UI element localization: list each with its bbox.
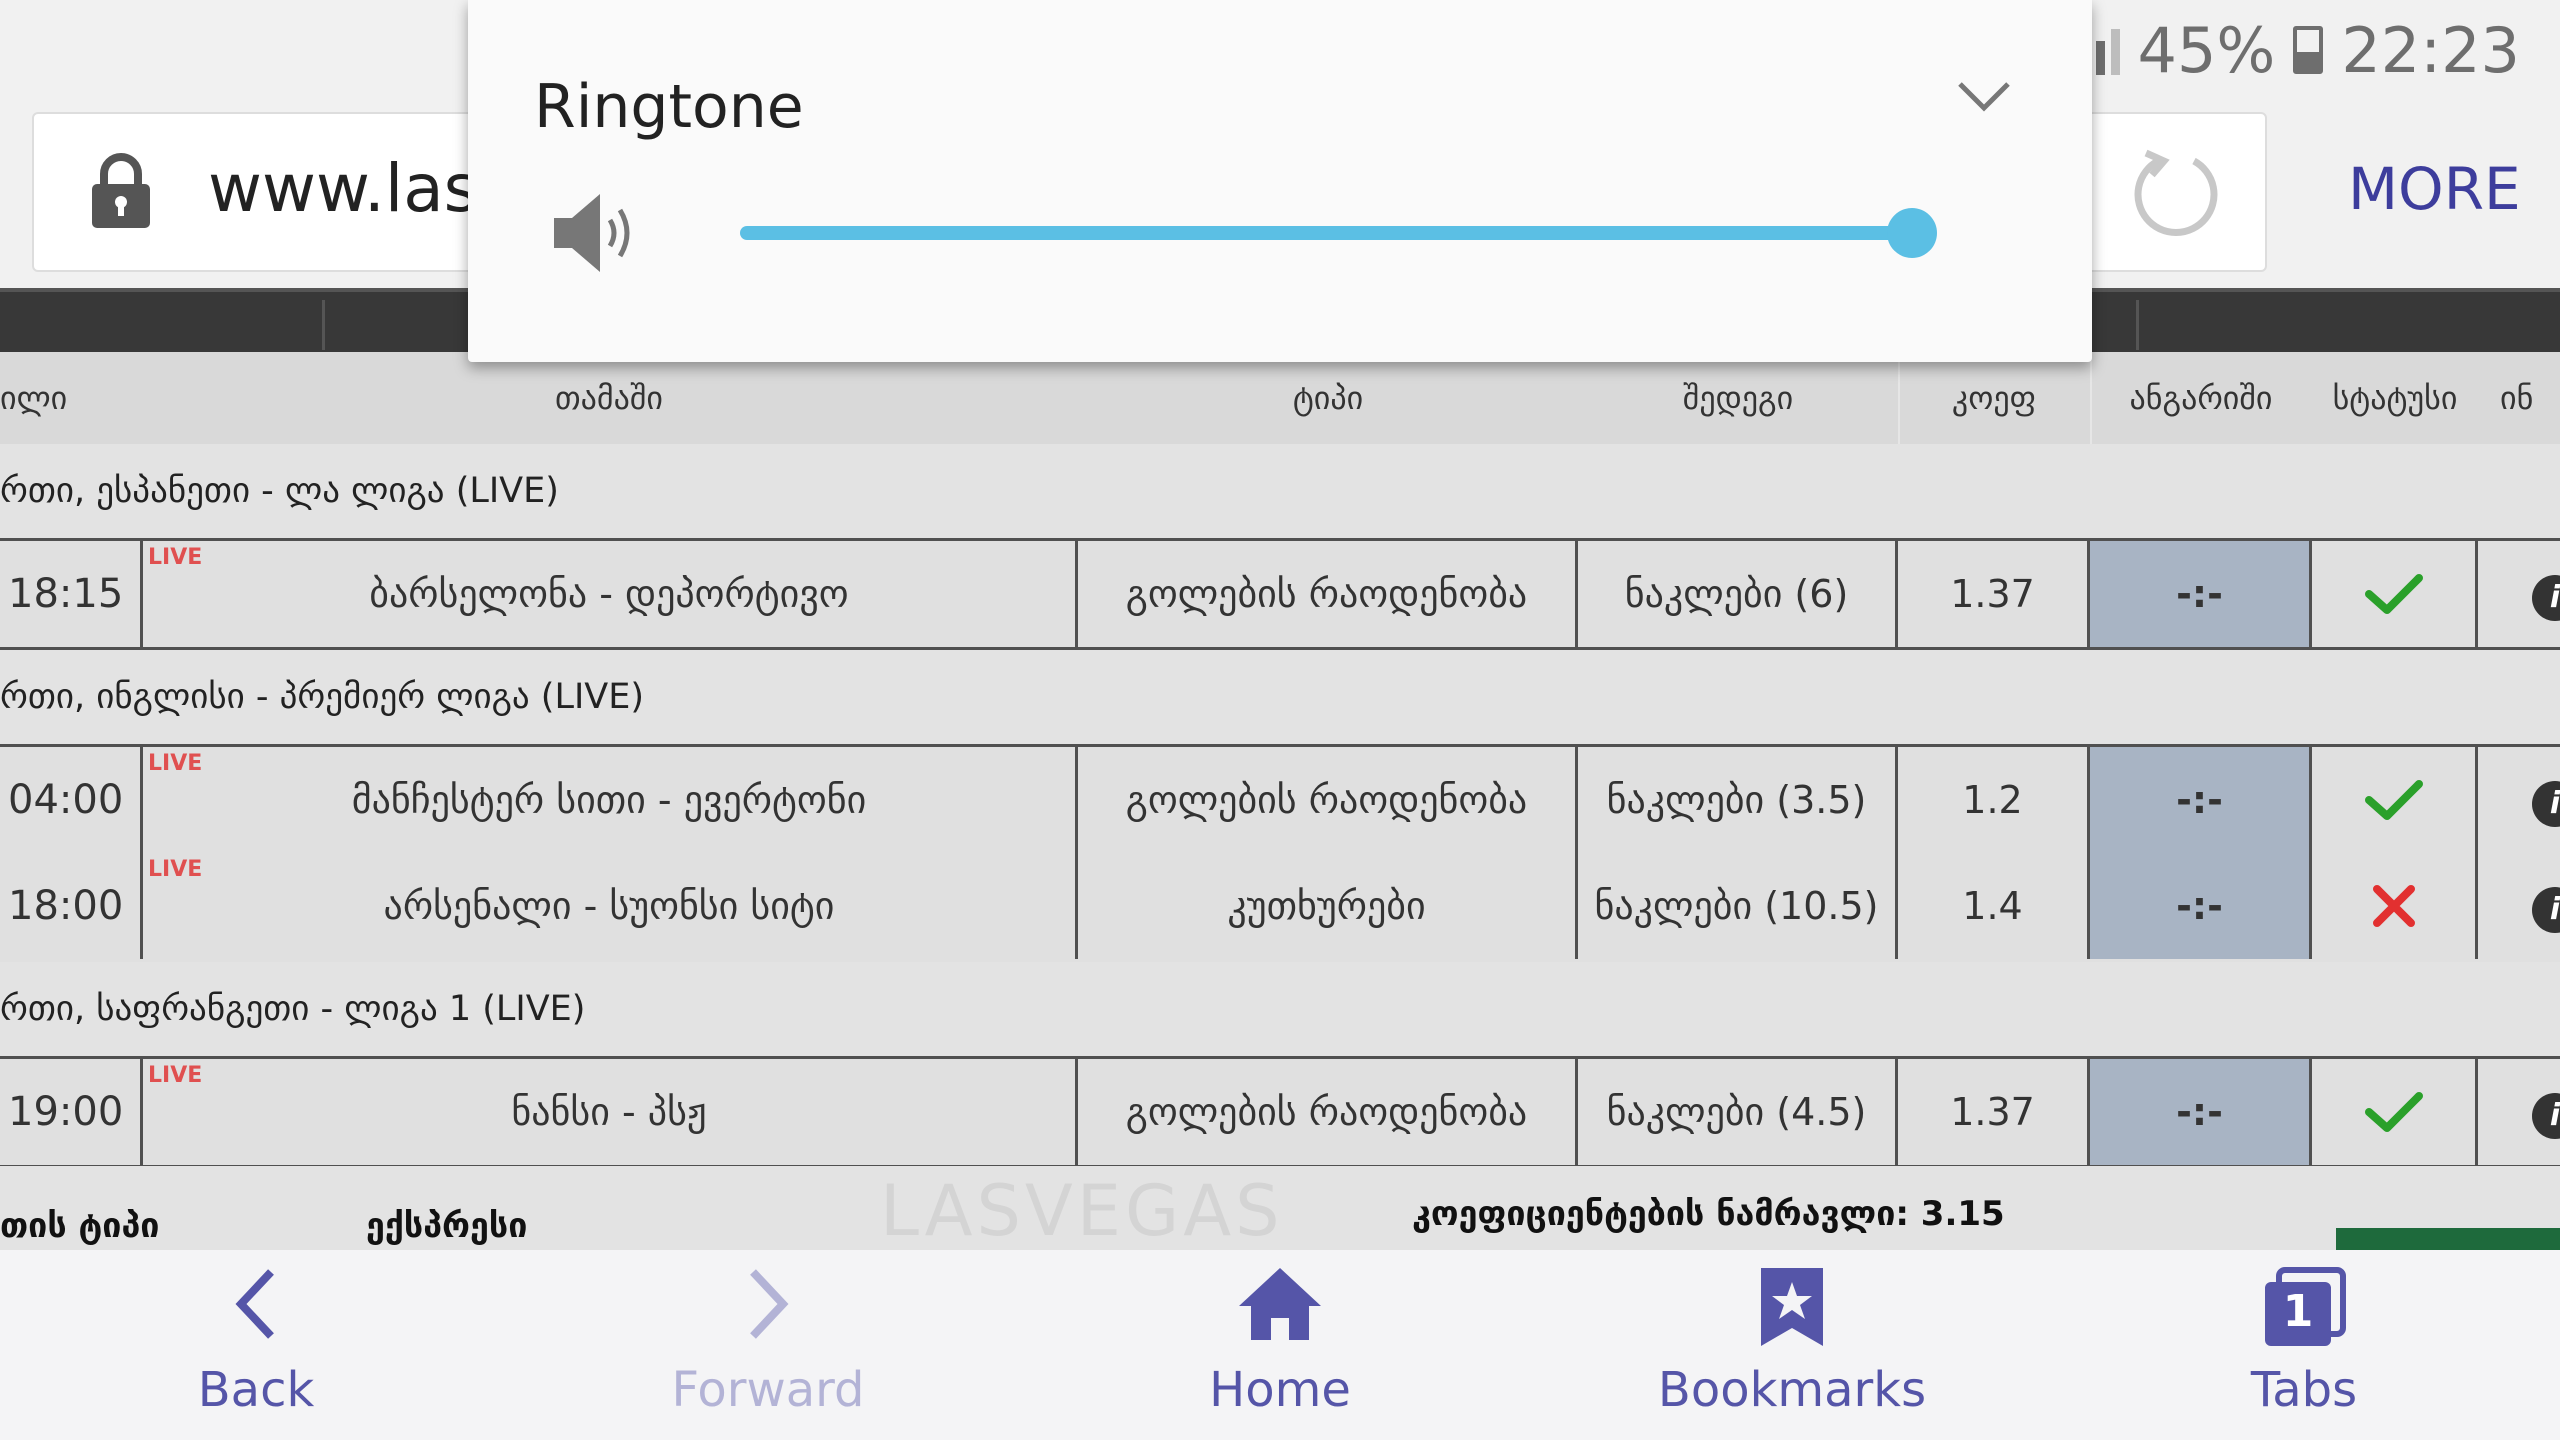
row-type: კუთხურები — [1078, 853, 1578, 959]
table-row[interactable]: 18:00 LIVE არსენალი - სუონსი სიტი კუთხურ… — [0, 853, 2560, 965]
info-icon[interactable]: i — [2532, 781, 2560, 827]
col-header-0: ილი — [0, 379, 68, 417]
bookmark-icon — [1761, 1268, 1823, 1346]
tabs-icon: 1 — [2259, 1264, 2349, 1350]
row-status — [2312, 1059, 2478, 1165]
bet-type-label: თის ტიპი — [0, 1206, 160, 1246]
status-bar: 45% 22:23 — [2065, 0, 2560, 100]
row-result: ნაკლები (10.5) — [1578, 853, 1898, 959]
table-header: ილი თამაში ტიპი შედეგი კოეფ ანგარიში სტა… — [0, 352, 2560, 444]
tabs-label: Tabs — [2250, 1362, 2358, 1418]
tabs-count: 1 — [2282, 1286, 2314, 1337]
league-group: რთი, ესპანეთი - ლა ლიგა (LIVE) — [0, 444, 2560, 538]
row-odds: 1.2 — [1898, 747, 2090, 853]
clock: 22:23 — [2341, 13, 2520, 87]
battery-icon — [2293, 26, 2324, 74]
table-row[interactable]: 18:15 LIVE ბარსელონა - დეპორტივო გოლების… — [0, 538, 2560, 650]
more-button[interactable]: MORE — [2348, 155, 2521, 223]
back-button[interactable]: Back — [106, 1250, 406, 1440]
speaker-icon[interactable] — [550, 188, 642, 278]
col-header-score: ანგარიში — [2129, 379, 2273, 417]
back-arrow-icon — [235, 1269, 274, 1339]
cross-icon — [2372, 885, 2415, 927]
volume-slider-track[interactable] — [740, 226, 1912, 240]
col-header-info: ინ — [2500, 379, 2534, 417]
bookmarks-button[interactable]: Bookmarks — [1642, 1250, 1942, 1440]
battery-percent: 45% — [2137, 13, 2276, 87]
info-icon[interactable]: i — [2532, 575, 2560, 621]
row-odds: 1.37 — [1898, 1059, 2090, 1165]
home-label: Home — [1209, 1362, 1351, 1418]
row-game: მანჩესტერ სითი - ევერტონი — [143, 747, 1078, 853]
bet-type-value: ექსპრესი — [366, 1206, 528, 1246]
col-header-status: სტატუსი — [2332, 379, 2458, 417]
volume-popup: Ringtone — [468, 0, 2092, 362]
row-status — [2312, 747, 2478, 853]
table-row[interactable]: 19:00 LIVE ნანსი - პსჟ გოლების რაოდენობა… — [0, 1056, 2560, 1168]
home-icon — [1239, 1268, 1321, 1340]
row-result: ნაკლები (3.5) — [1578, 747, 1898, 853]
row-status — [2312, 541, 2478, 647]
reload-icon[interactable] — [2130, 147, 2222, 239]
tabs-button[interactable]: 1 Tabs — [2154, 1250, 2454, 1440]
row-odds: 1.4 — [1898, 853, 2090, 959]
volume-slider-thumb[interactable] — [1887, 208, 1937, 258]
check-icon — [2364, 780, 2423, 820]
row-game: ნანსი - პსჟ — [143, 1059, 1078, 1165]
col-header-game: თამაში — [555, 379, 663, 417]
row-result: ნაკლები (6) — [1578, 541, 1898, 647]
forward-label: Forward — [671, 1362, 865, 1418]
site-watermark: LASVEGAS — [880, 1170, 1284, 1252]
odds-product: კოეფიციენტების ნამრავლი: 3.15 — [1412, 1194, 2005, 1234]
row-type: გოლების რაოდენობა — [1078, 541, 1578, 647]
browser-bottom-nav: Back Forward Home Bookmarks 1 Tabs — [0, 1250, 2560, 1440]
volume-stream-title: Ringtone — [534, 72, 804, 142]
forward-button[interactable]: Forward — [618, 1250, 918, 1440]
url-text[interactable]: www.las — [208, 150, 478, 227]
info-icon[interactable]: i — [2532, 1093, 2560, 1139]
row-type: გოლების რაოდენობა — [1078, 1059, 1578, 1165]
row-time: 18:15 — [0, 541, 143, 647]
col-header-type: ტიპი — [1292, 379, 1364, 417]
row-score: -:- — [2090, 1059, 2312, 1165]
col-header-odds: კოეფ — [1951, 379, 2037, 417]
league-group: რთი, საფრანგეთი - ლიგა 1 (LIVE) — [0, 962, 2560, 1056]
chevron-down-icon[interactable] — [1956, 78, 2012, 114]
row-odds: 1.37 — [1898, 541, 2090, 647]
league-group: რთი, ინგლისი - პრემიერ ლიგა (LIVE) — [0, 650, 2560, 744]
row-status — [2312, 853, 2478, 959]
row-time: 19:00 — [0, 1059, 143, 1165]
row-game: ბარსელონა - დეპორტივო — [143, 541, 1078, 647]
row-score: -:- — [2090, 747, 2312, 853]
lock-icon — [92, 153, 150, 228]
table-row[interactable]: 04:00 LIVE მანჩესტერ სითი - ევერტონი გოლ… — [0, 744, 2560, 856]
row-game: არსენალი - სუონსი სიტი — [143, 853, 1078, 959]
home-button[interactable]: Home — [1130, 1250, 1430, 1440]
row-time: 04:00 — [0, 747, 143, 853]
row-type: გოლების რაოდენობა — [1078, 747, 1578, 853]
check-icon — [2364, 1092, 2423, 1132]
row-score: -:- — [2090, 541, 2312, 647]
check-icon — [2364, 574, 2423, 614]
back-label: Back — [197, 1362, 315, 1418]
action-button-edge[interactable] — [2336, 1228, 2560, 1250]
row-time: 18:00 — [0, 853, 143, 959]
info-icon[interactable]: i — [2532, 887, 2560, 933]
forward-arrow-icon — [750, 1269, 789, 1339]
row-score: -:- — [2090, 853, 2312, 959]
row-result: ნაკლები (4.5) — [1578, 1059, 1898, 1165]
bookmarks-label: Bookmarks — [1657, 1362, 1927, 1418]
col-header-result: შედეგი — [1682, 379, 1794, 417]
